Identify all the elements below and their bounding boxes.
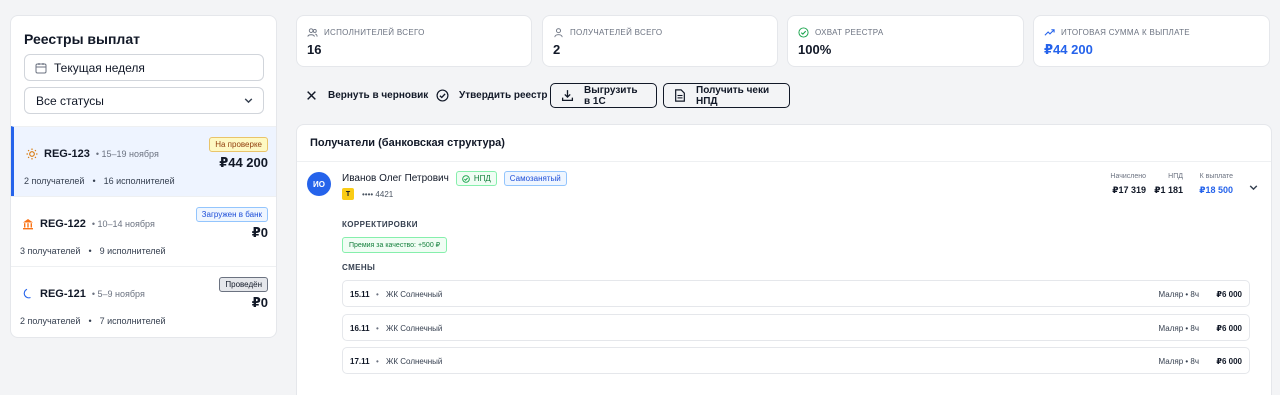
shift-role: Маляр • 8ч bbox=[1158, 290, 1199, 299]
registry-amount: ₽44 200 bbox=[219, 155, 268, 170]
npd-tag: НПД bbox=[455, 171, 497, 186]
close-icon bbox=[304, 89, 318, 103]
bank-logo: Т bbox=[342, 188, 354, 200]
stat-recipients: Получателей всего 2 bbox=[542, 15, 778, 67]
chevron-down-icon[interactable] bbox=[1248, 180, 1259, 198]
stat-total: Итоговая сумма к выплате ₽44 200 bbox=[1033, 15, 1270, 67]
recipients-title: Получатели (банковская структура) bbox=[310, 137, 505, 149]
registries-panel: Реестры выплат Текущая неделя Все статус… bbox=[10, 15, 277, 338]
npd-value: ₽1 181 bbox=[1154, 185, 1183, 195]
payout-label: К выплате bbox=[1199, 173, 1233, 180]
shift-date: 16.11 bbox=[350, 324, 370, 333]
registries-title: Реестры выплат bbox=[24, 31, 140, 47]
status-badge: Загружен в банк bbox=[195, 207, 268, 222]
shift-site: ЖК Солнечный bbox=[386, 357, 443, 366]
registry-item[interactable]: REG-121 • 5–9 ноября Проведён ₽0 2 получ… bbox=[11, 266, 276, 336]
shifts-label: Смены bbox=[342, 263, 376, 272]
bonus-badge: Премия за качество: +500 ₽ bbox=[342, 237, 448, 253]
registry-recipients: 2 получателей bbox=[20, 316, 81, 326]
approve-registry-button[interactable]: Утвердить реестр bbox=[435, 83, 548, 108]
divider bbox=[297, 161, 1271, 162]
status-filter-value: Все статусы bbox=[36, 93, 104, 108]
week-filter[interactable]: Текущая неделя bbox=[24, 54, 264, 81]
stat-label: Итоговая сумма к выплате bbox=[1061, 28, 1190, 37]
shift-amount: ₽6 000 bbox=[1216, 357, 1242, 366]
registry-id: REG-123 bbox=[44, 147, 90, 160]
npd-summary: НПД ₽1 181 bbox=[1154, 173, 1183, 196]
registry-id: REG-122 bbox=[40, 217, 86, 230]
card-number: •••• 4421 bbox=[362, 189, 394, 199]
stat-coverage: Охват реестра 100% bbox=[787, 15, 1024, 67]
registry-dates: 10–14 ноября bbox=[97, 218, 155, 229]
self-employed-tag: Самозанятый bbox=[503, 171, 567, 186]
chevron-down-icon bbox=[243, 95, 254, 109]
shift-row: 17.11 • ЖК Солнечный Маляр • 8ч ₽6 000 bbox=[342, 347, 1250, 374]
users-icon bbox=[307, 27, 318, 38]
accrued-label: Начислено bbox=[1110, 173, 1146, 180]
check-circle-icon bbox=[798, 27, 809, 38]
registry-id: REG-121 bbox=[40, 287, 86, 300]
revert-to-draft-button[interactable]: Вернуть в черновик bbox=[304, 83, 428, 108]
payout-summary: К выплате ₽18 500 bbox=[1199, 173, 1233, 196]
stat-value: 2 bbox=[553, 42, 561, 57]
registry-amount: ₽0 bbox=[251, 295, 268, 310]
registry-recipients: 2 получателей bbox=[24, 176, 85, 186]
check-circle-icon bbox=[435, 89, 449, 103]
stat-value: 16 bbox=[307, 42, 322, 57]
shift-role: Маляр • 8ч bbox=[1158, 324, 1199, 333]
registry-item[interactable]: REG-123 • 15–19 ноября На проверке ₽44 2… bbox=[11, 126, 276, 196]
registry-dates: 15–19 ноября bbox=[101, 148, 159, 159]
stat-label: Охват реестра bbox=[815, 28, 884, 37]
check-circle-icon bbox=[462, 174, 470, 183]
status-badge: На проверке bbox=[209, 137, 268, 152]
shift-row: 16.11 • ЖК Солнечный Маляр • 8ч ₽6 000 bbox=[342, 314, 1250, 341]
registry-recipients: 3 получателей bbox=[20, 246, 81, 256]
stat-value: 100% bbox=[798, 42, 832, 57]
registry-performers: 16 исполнителей bbox=[103, 176, 175, 186]
moon-icon bbox=[21, 287, 34, 300]
npd-label: НПД bbox=[1168, 173, 1183, 180]
stat-value: ₽44 200 bbox=[1044, 42, 1093, 57]
get-npd-receipts-button[interactable]: Получить чеки НПД bbox=[663, 83, 790, 108]
shift-role: Маляр • 8ч bbox=[1158, 357, 1199, 366]
status-filter[interactable]: Все статусы bbox=[24, 87, 264, 114]
registry-performers: 7 исполнителей bbox=[99, 316, 166, 326]
approve-label: Утвердить реестр bbox=[459, 90, 548, 101]
status-badge: Проведён bbox=[219, 277, 268, 292]
shift-row: 15.11 • ЖК Солнечный Маляр • 8ч ₽6 000 bbox=[342, 280, 1250, 307]
accrued-value: ₽17 319 bbox=[1112, 185, 1146, 195]
revert-label: Вернуть в черновик bbox=[328, 90, 429, 101]
payout-value: ₽18 500 bbox=[1199, 185, 1233, 195]
corrections-label: Корректировки bbox=[342, 220, 418, 229]
registry-performers: 9 исполнителей bbox=[99, 246, 166, 256]
bank-icon bbox=[21, 217, 34, 230]
shift-date: 15.11 bbox=[350, 290, 370, 299]
shift-amount: ₽6 000 bbox=[1216, 290, 1242, 299]
avatar: ИО bbox=[307, 172, 331, 196]
export-1c-button[interactable]: Выгрузить в 1С bbox=[550, 83, 657, 108]
stat-label: Исполнителей всего bbox=[324, 28, 425, 37]
download-icon bbox=[561, 89, 574, 103]
stat-performers: Исполнителей всего 16 bbox=[296, 15, 532, 67]
document-icon bbox=[674, 89, 686, 103]
calendar-icon bbox=[34, 61, 48, 75]
user-icon bbox=[553, 27, 564, 38]
recipients-panel: Получатели (банковская структура) ИО Ива… bbox=[296, 124, 1272, 395]
sun-icon bbox=[25, 147, 38, 160]
shift-date: 17.11 bbox=[350, 357, 370, 366]
shift-site: ЖК Солнечный bbox=[386, 290, 443, 299]
accrued-summary: Начислено ₽17 319 bbox=[1110, 173, 1146, 196]
registry-dates: 5–9 ноября bbox=[97, 288, 145, 299]
shift-amount: ₽6 000 bbox=[1216, 324, 1242, 333]
registry-amount: ₽0 bbox=[251, 225, 268, 240]
trending-up-icon bbox=[1044, 27, 1055, 38]
registry-item[interactable]: REG-122 • 10–14 ноября Загружен в банк ₽… bbox=[11, 196, 276, 266]
week-filter-label: Текущая неделя bbox=[54, 60, 145, 75]
export-label: Выгрузить в 1С bbox=[584, 84, 638, 107]
npd-tag-label: НПД bbox=[473, 174, 491, 183]
stat-label: Получателей всего bbox=[570, 28, 663, 37]
person-name: Иванов Олег Петрович bbox=[342, 173, 449, 184]
shift-site: ЖК Солнечный bbox=[386, 324, 443, 333]
receipts-label: Получить чеки НПД bbox=[696, 84, 770, 107]
